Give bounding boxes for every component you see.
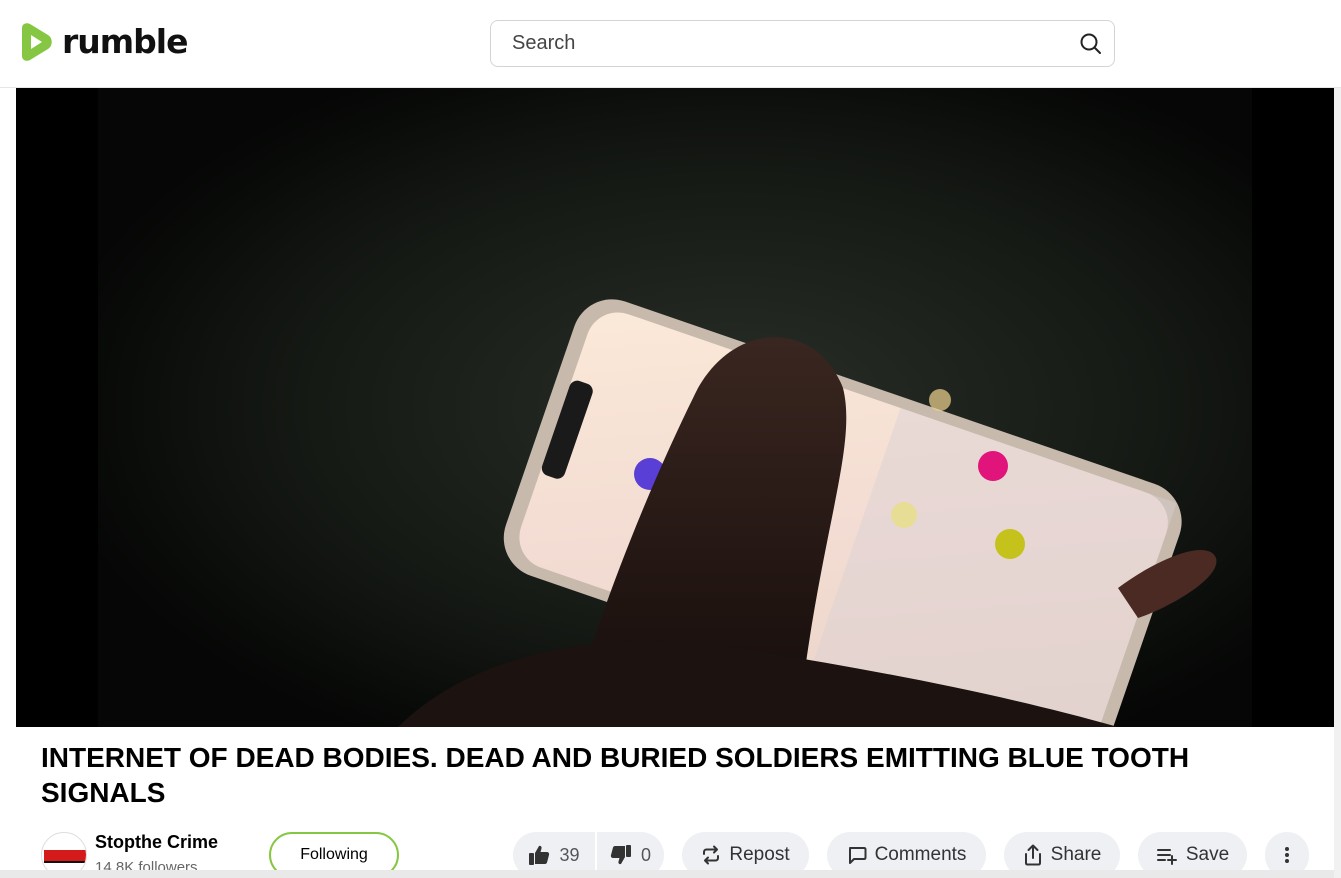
search-input[interactable] <box>491 21 1071 66</box>
site-header: rumble <box>0 0 1341 88</box>
dislike-count: 0 <box>640 844 651 865</box>
video-title: INTERNET OF DEAD BODIES. DEAD AND BURIED… <box>41 742 1190 808</box>
search-icon[interactable] <box>1078 31 1104 57</box>
rumble-play-icon <box>22 23 52 61</box>
share-icon <box>1024 844 1041 866</box>
save-label: Save <box>1185 844 1230 865</box>
like-count: 39 <box>559 844 580 865</box>
thumbs-down-icon <box>610 845 631 865</box>
comment-icon <box>848 847 867 864</box>
thumbs-up-icon <box>529 845 550 865</box>
repost-label: Repost <box>729 844 790 865</box>
video-frame-image <box>98 88 1252 727</box>
rumble-logo[interactable]: rumble <box>16 22 188 62</box>
page-scrollbar[interactable] <box>1334 88 1341 878</box>
comments-label: Comments <box>874 844 967 865</box>
search-bar <box>490 20 1115 67</box>
share-label: Share <box>1050 844 1102 865</box>
playlist-add-icon <box>1156 849 1177 865</box>
bottom-status-strip <box>0 870 1341 878</box>
kebab-menu-icon <box>1285 847 1289 863</box>
video-player[interactable] <box>16 88 1334 727</box>
channel-name[interactable]: Stopthe Crime <box>95 832 218 853</box>
repost-icon <box>703 845 720 865</box>
logo-text: rumble <box>62 22 188 61</box>
